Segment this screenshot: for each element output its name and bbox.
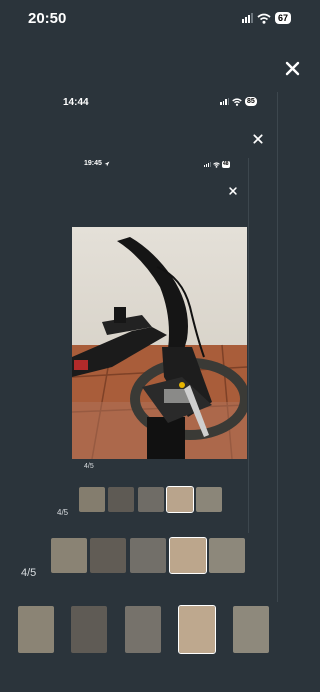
signal-icon (220, 98, 229, 105)
thumbnail[interactable] (125, 606, 161, 653)
thumbnail[interactable] (71, 606, 107, 653)
thumbnail-selected[interactable] (169, 537, 207, 574)
divider (248, 158, 249, 533)
thumbnail[interactable] (90, 538, 126, 573)
bicycle-handlebar-image (72, 227, 247, 459)
photo-counter: 4/5 (21, 567, 37, 579)
status-time: 20:50 (28, 10, 67, 27)
signal-icon (204, 162, 211, 167)
wifi-icon (257, 13, 271, 24)
photo-counter: 4/5 (84, 463, 94, 470)
wifi-icon (232, 97, 242, 106)
close-icon[interactable] (253, 134, 263, 144)
battery-icon: 85 (245, 97, 257, 106)
thumbnail[interactable] (108, 487, 134, 512)
close-icon[interactable] (229, 187, 237, 195)
battery-icon: 48 (222, 161, 230, 168)
wifi-icon (213, 161, 220, 168)
status-time: 14:44 (63, 97, 89, 108)
battery-icon: 67 (275, 12, 292, 24)
divider (277, 92, 278, 602)
status-time: 19:45 (84, 160, 102, 167)
main-photo (72, 227, 247, 459)
status-icons: 85 (220, 97, 257, 106)
signal-icon (242, 13, 253, 23)
status-icons: 48 (204, 161, 230, 168)
status-time-group: 19:45 (84, 160, 110, 167)
thumbnail[interactable] (51, 538, 87, 573)
close-icon[interactable] (285, 61, 300, 76)
thumbnail-selected[interactable] (178, 605, 216, 654)
thumbnail[interactable] (196, 487, 222, 512)
thumbnail[interactable] (130, 538, 166, 573)
thumbnail[interactable] (138, 487, 164, 512)
photo-counter: 4/5 (57, 508, 69, 517)
thumbnail-selected[interactable] (166, 486, 194, 513)
location-arrow-icon (104, 161, 110, 166)
thumbnail[interactable] (209, 538, 245, 573)
thumbnail[interactable] (79, 487, 105, 512)
status-icons: 67 (242, 12, 292, 24)
thumbnail[interactable] (18, 606, 54, 653)
thumbnail[interactable] (233, 606, 269, 653)
